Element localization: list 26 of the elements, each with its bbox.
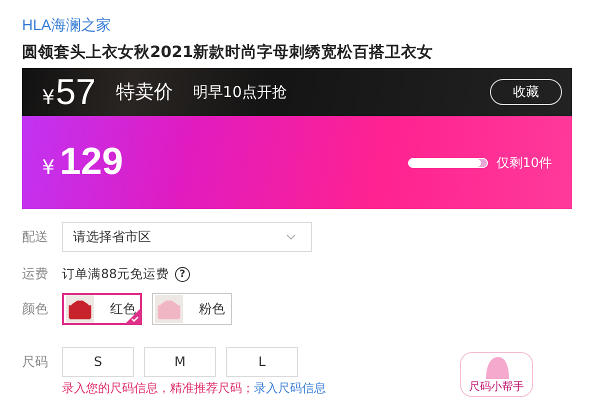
price: 129	[60, 141, 124, 184]
favorite-button[interactable]: 收藏	[490, 79, 562, 105]
shipping-info: 订单满88元免运费	[62, 266, 169, 282]
color-option[interactable]: 粉色	[152, 293, 232, 325]
currency-symbol: ¥	[42, 85, 55, 109]
region-select[interactable]: 请选择省市区	[62, 222, 312, 252]
product-title: 圆领套头上衣女秋2021新款时尚字母刺绣宽松百搭卫衣女	[22, 42, 434, 63]
size-option[interactable]: L	[226, 347, 298, 377]
field-label: 运费	[22, 266, 49, 283]
field-label: 尺码	[22, 354, 49, 371]
chevron-down-icon	[286, 234, 296, 240]
color-option[interactable]: 红色	[62, 293, 142, 325]
size-option[interactable]: M	[144, 347, 216, 377]
sale-price: 57	[56, 71, 96, 113]
field-label: 配送	[22, 229, 49, 246]
help-icon[interactable]: ?	[174, 266, 190, 282]
size-info-link[interactable]: 录入尺码信息	[254, 381, 326, 395]
sale-start-time: 明早10点开抢	[192, 82, 287, 102]
stock-remaining: 仅剩10件	[496, 154, 552, 172]
size-hint: 录入您的尺码信息，精准推荐尺码；	[62, 381, 254, 395]
size-option[interactable]: S	[62, 347, 134, 377]
field-label: 颜色	[22, 301, 49, 318]
size-helper-button[interactable]: 尺码小帮手	[460, 352, 533, 397]
sale-label: 特卖价	[116, 80, 173, 105]
brand-link[interactable]: HLA海澜之家	[22, 16, 112, 36]
currency-symbol: ¥	[42, 154, 55, 178]
